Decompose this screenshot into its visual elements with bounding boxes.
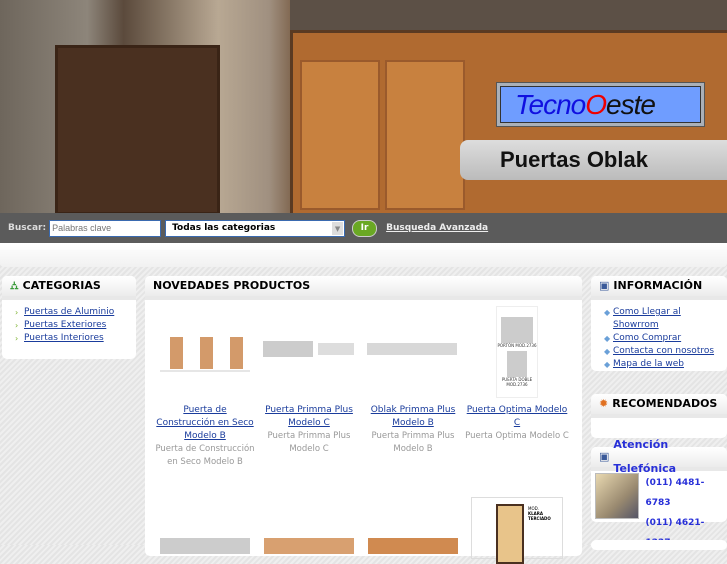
header-banner: TecnoOeste Puertas Oblak: [0, 0, 727, 213]
product-image[interactable]: [361, 300, 465, 398]
product-image[interactable]: [257, 536, 361, 559]
search-label: Buscar:: [8, 223, 47, 233]
info-item[interactable]: ◆ Como Llegar al Showrrom: [591, 306, 727, 332]
new-products-box: NOVEDADES PRODUCTOS Puerta de Construcci…: [145, 276, 582, 564]
search-go-button[interactable]: Ir: [352, 219, 378, 237]
search-bar: Buscar: Todas las categorias▼ Ir Busqued…: [0, 213, 727, 243]
info-item[interactable]: ◆ Contacta con nosotros: [591, 345, 727, 358]
info-item[interactable]: ◆ Como Comprar: [591, 332, 727, 345]
product-card[interactable]: Puerta de Construcción en Seco Modelo BP…: [153, 300, 257, 469]
product-image[interactable]: [257, 300, 361, 398]
categories-box: ⛼ CATEGORIAS › Puertas de Aluminio › Puerta…: [2, 276, 136, 359]
sitemap-icon: ⛼: [10, 279, 19, 292]
recommended-box: ✹ RECOMENDADOS: [591, 394, 727, 438]
book-icon: ▣: [599, 279, 610, 292]
category-item[interactable]: › Puertas de Aluminio: [2, 306, 136, 319]
operator-photo: [595, 473, 640, 519]
category-select[interactable]: Todas las categorias ▼: [165, 219, 346, 237]
product-image[interactable]: [153, 536, 257, 559]
next-box: [591, 540, 727, 550]
info-item[interactable]: ◆ Mapa de la web: [591, 358, 727, 371]
search-input[interactable]: [49, 219, 162, 237]
phone-box: ▣ Atención Telefónica (011) 4481-6783 (01…: [591, 438, 727, 548]
product-image[interactable]: [361, 536, 465, 559]
tagline: Puertas Oblak: [460, 140, 727, 180]
product-image[interactable]: [153, 300, 257, 398]
product-card[interactable]: Puerta Primma Plus Modelo C Puerta Primma…: [257, 300, 361, 469]
tecnooeste-logo[interactable]: TecnoOeste: [496, 82, 705, 127]
info-box: ▣ INFORMACIÓN ◆ Como Llegar al Showrrom ◆ C…: [591, 276, 727, 371]
product-image[interactable]: MOD. KLARA TERCIADO: [471, 497, 563, 564]
category-item[interactable]: › Puertas Exteriores: [2, 319, 136, 332]
chevron-down-icon: ▼: [332, 221, 344, 235]
phone-number: (011) 4481-6783: [645, 478, 705, 508]
product-card[interactable]: PORTÓN MOD.2736 PUERTA DOBLE MOD.2736 Pue…: [465, 300, 569, 469]
product-image[interactable]: PORTÓN MOD.2736 PUERTA DOBLE MOD.2736: [496, 306, 538, 398]
category-item[interactable]: › Puertas Interiores: [2, 332, 136, 345]
book-icon: ▣: [599, 450, 610, 463]
product-card[interactable]: Oblak Primma Plus Modelo B Puerta Primma …: [361, 300, 465, 469]
star-burst-icon: ✹: [599, 397, 609, 410]
advanced-search-link[interactable]: Busqueda Avanzada: [386, 223, 488, 233]
top-strip: [0, 243, 727, 267]
